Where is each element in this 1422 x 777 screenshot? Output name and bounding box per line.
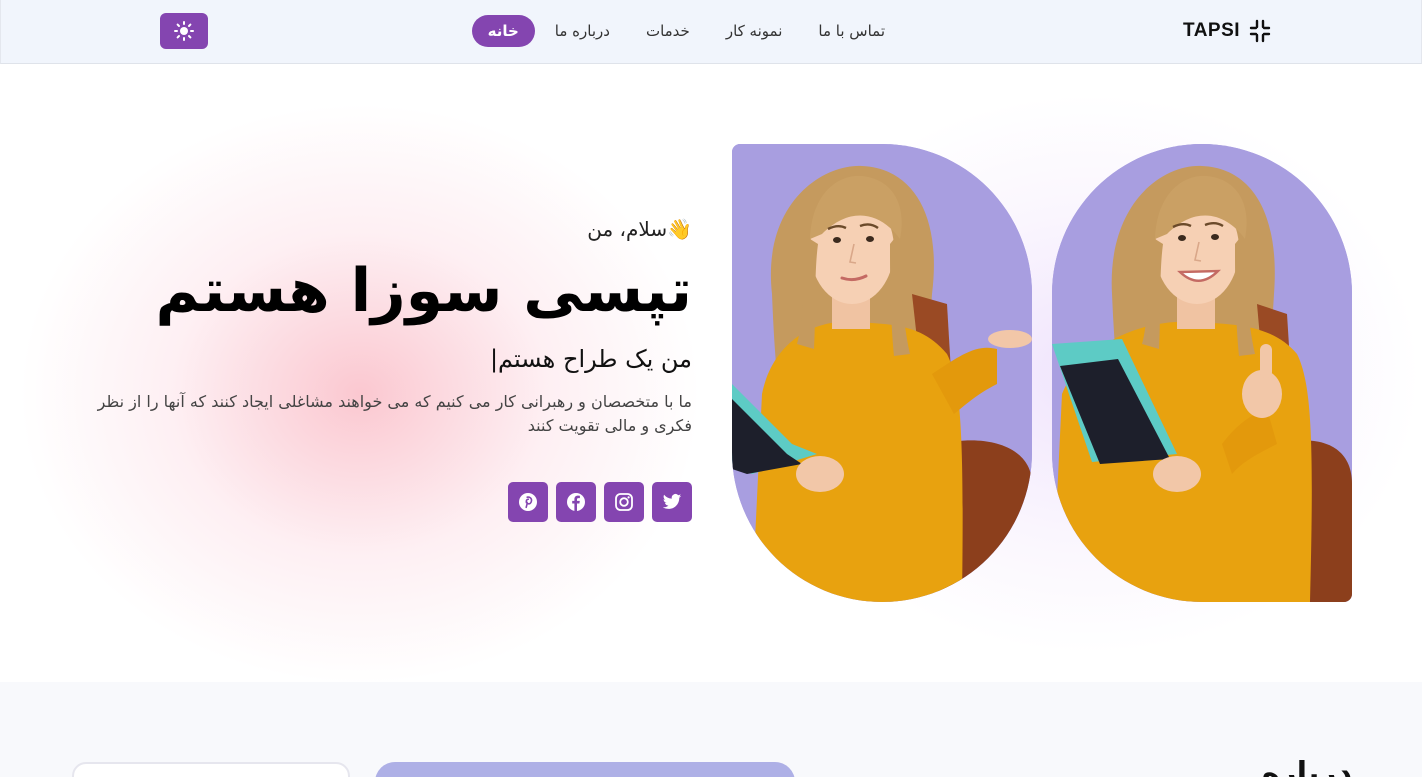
facebook-icon: [567, 493, 585, 511]
hero-greeting: 👋سلام، من: [587, 217, 692, 241]
brand-logo[interactable]: TAPSI: [1183, 18, 1272, 44]
page: خانه درباره ما خدمات نمونه کار تماس با م…: [0, 0, 1422, 777]
twitter-icon: [662, 494, 682, 509]
hero-section: 👋سلام، من تپسی سوزا هستم من یک طراح هستم…: [0, 64, 1422, 682]
hero-subtitle: من یک طراح هستم|: [489, 345, 692, 373]
social-links: [508, 482, 692, 522]
instagram-icon: [615, 493, 633, 511]
hero-description: ما با متخصصان و رهبرانی کار می کنیم که م…: [97, 392, 692, 435]
nav-link-services[interactable]: خدمات: [630, 15, 706, 47]
twitter-button[interactable]: [652, 482, 692, 522]
woman-thumbs-up-photo: [1052, 144, 1352, 602]
nav-menu: خانه درباره ما خدمات نمونه کار تماس با م…: [471, 15, 901, 47]
brand-name: TAPSI: [1183, 20, 1241, 41]
sun-icon: [174, 21, 194, 41]
about-card: [72, 762, 350, 777]
theme-toggle-button[interactable]: [160, 13, 208, 49]
nav-link-portfolio[interactable]: نمونه کار: [710, 15, 799, 47]
nav-link-about[interactable]: درباره ما: [539, 15, 626, 47]
woman-shrugging-photo: [732, 144, 1032, 602]
about-section-title: درباره: [1261, 756, 1352, 777]
pinterest-button[interactable]: [508, 482, 548, 522]
nav-link-contact[interactable]: تماس با ما: [802, 15, 901, 47]
about-image-card: [375, 762, 795, 777]
facebook-button[interactable]: [556, 482, 596, 522]
tapsi-logo-icon: [1249, 19, 1271, 43]
about-section: درباره: [0, 682, 1422, 777]
navbar: خانه درباره ما خدمات نمونه کار تماس با م…: [0, 0, 1422, 64]
hero-text-block: 👋سلام، من تپسی سوزا هستم من یک طراح هستم…: [80, 214, 692, 438]
pinterest-icon: [519, 493, 537, 511]
hero-title: تپسی سوزا هستم: [155, 256, 692, 326]
instagram-button[interactable]: [604, 482, 644, 522]
nav-link-home[interactable]: خانه: [471, 15, 535, 47]
